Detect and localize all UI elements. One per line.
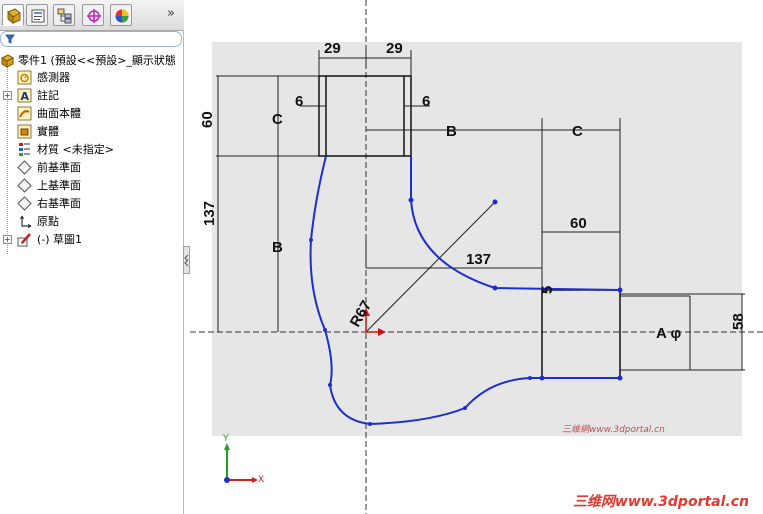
dim-label-c-left: C: [272, 111, 283, 128]
more-tabs-button[interactable]: »: [164, 6, 178, 22]
dim-label-b-left: B: [272, 239, 283, 256]
sketch-contour: [309, 155, 621, 426]
propertymanager-icon: [31, 9, 45, 23]
dim-label-a-diameter: A φ: [656, 325, 681, 342]
dim-thickness-5[interactable]: 5: [539, 286, 556, 294]
dim-width-60[interactable]: 60: [570, 215, 587, 232]
dim-wall-right[interactable]: 6: [422, 93, 430, 110]
displaymanager-icon: [115, 9, 129, 23]
tree-item-label: 上基準面: [37, 179, 81, 192]
tree-root-part[interactable]: 零件1 (預設<<預設>_顯示狀態: [0, 52, 182, 69]
configurationmanager-icon: [57, 8, 72, 24]
annotation-icon: A: [17, 88, 32, 103]
expand-icon[interactable]: +: [3, 91, 12, 100]
site-watermark: 三维网www.3dportal.cn: [572, 494, 749, 510]
chevron-left-icon: [184, 254, 189, 267]
graphics-area[interactable]: 29 29 6 6 60 C B C 137 B 60 137 R67 A φ …: [190, 0, 763, 514]
triad-y-label: Y: [223, 434, 229, 444]
tree-item-label: 前基準面: [37, 161, 81, 174]
tab-displaymanager[interactable]: [110, 4, 132, 26]
dim-offset-137[interactable]: 137: [466, 251, 491, 268]
surface-bodies-icon: [17, 106, 32, 121]
plane-icon: [17, 178, 32, 193]
sketch-canvas: 29 29 6 6 60 C B C 137 B 60 137 R67 A φ …: [190, 0, 763, 514]
tree-item-label: 註記: [37, 89, 59, 102]
origin-icon: [20, 215, 32, 228]
view-triad: [224, 443, 258, 483]
tab-dimxpertmanager[interactable]: [82, 4, 104, 26]
sensor-icon: [17, 70, 32, 85]
panel-collapse-handle[interactable]: [183, 246, 190, 274]
tab-propertymanager[interactable]: [26, 4, 48, 26]
tree-item-label: 材質 <未指定>: [37, 143, 114, 156]
expand-icon[interactable]: +: [3, 235, 12, 244]
solid-bodies-icon: [17, 124, 32, 139]
feature-manager-panel: » 零件1 (預設<<預設>_顯示狀態 感測器 + A 註記 曲面本體 實體 材…: [0, 0, 184, 514]
tree-item-label: (-) 草圖1: [37, 233, 83, 246]
tree-item-label: 右基準面: [37, 197, 81, 210]
sketch-icon: [17, 233, 31, 247]
dim-top-left-width[interactable]: 29: [324, 40, 341, 57]
dim-top-right-width[interactable]: 29: [386, 40, 403, 57]
drawing-watermark: 三維網www.3dportal.cn: [562, 425, 665, 435]
dim-radius-67[interactable]: R67: [347, 298, 375, 330]
svg-text:A: A: [21, 90, 30, 103]
triad-x-label: X: [258, 475, 265, 485]
material-icon: [19, 143, 30, 156]
tree-item-label: 曲面本體: [37, 107, 81, 120]
tree-item-label: 原點: [37, 215, 59, 228]
featuremanager-icon: [7, 8, 21, 24]
dim-height-60[interactable]: 60: [199, 111, 216, 128]
manager-tab-bar: »: [0, 0, 184, 31]
tree-item-label: 實體: [37, 125, 59, 138]
dim-wall-left[interactable]: 6: [295, 93, 303, 110]
dim-height-137[interactable]: 137: [201, 201, 218, 226]
dim-label-c-top: C: [572, 123, 583, 140]
tab-configurationmanager[interactable]: [53, 4, 75, 26]
dim-label-b-top: B: [446, 123, 457, 140]
plane-icon: [17, 160, 32, 175]
dimxpert-icon: [87, 9, 101, 23]
tab-featuremanager[interactable]: [2, 4, 24, 26]
tree-root-label: 零件1 (預設<<預設>_顯示狀態: [18, 54, 176, 67]
plane-icon: [17, 196, 32, 211]
tree-filter[interactable]: [0, 31, 182, 47]
top-pipe-outline: [318, 75, 412, 157]
part-icon: [0, 54, 15, 68]
filter-icon: [5, 34, 15, 44]
right-pipe-outline: [541, 289, 621, 379]
dim-diameter-58[interactable]: 58: [730, 313, 747, 330]
tree-item-label: 感測器: [37, 71, 70, 84]
